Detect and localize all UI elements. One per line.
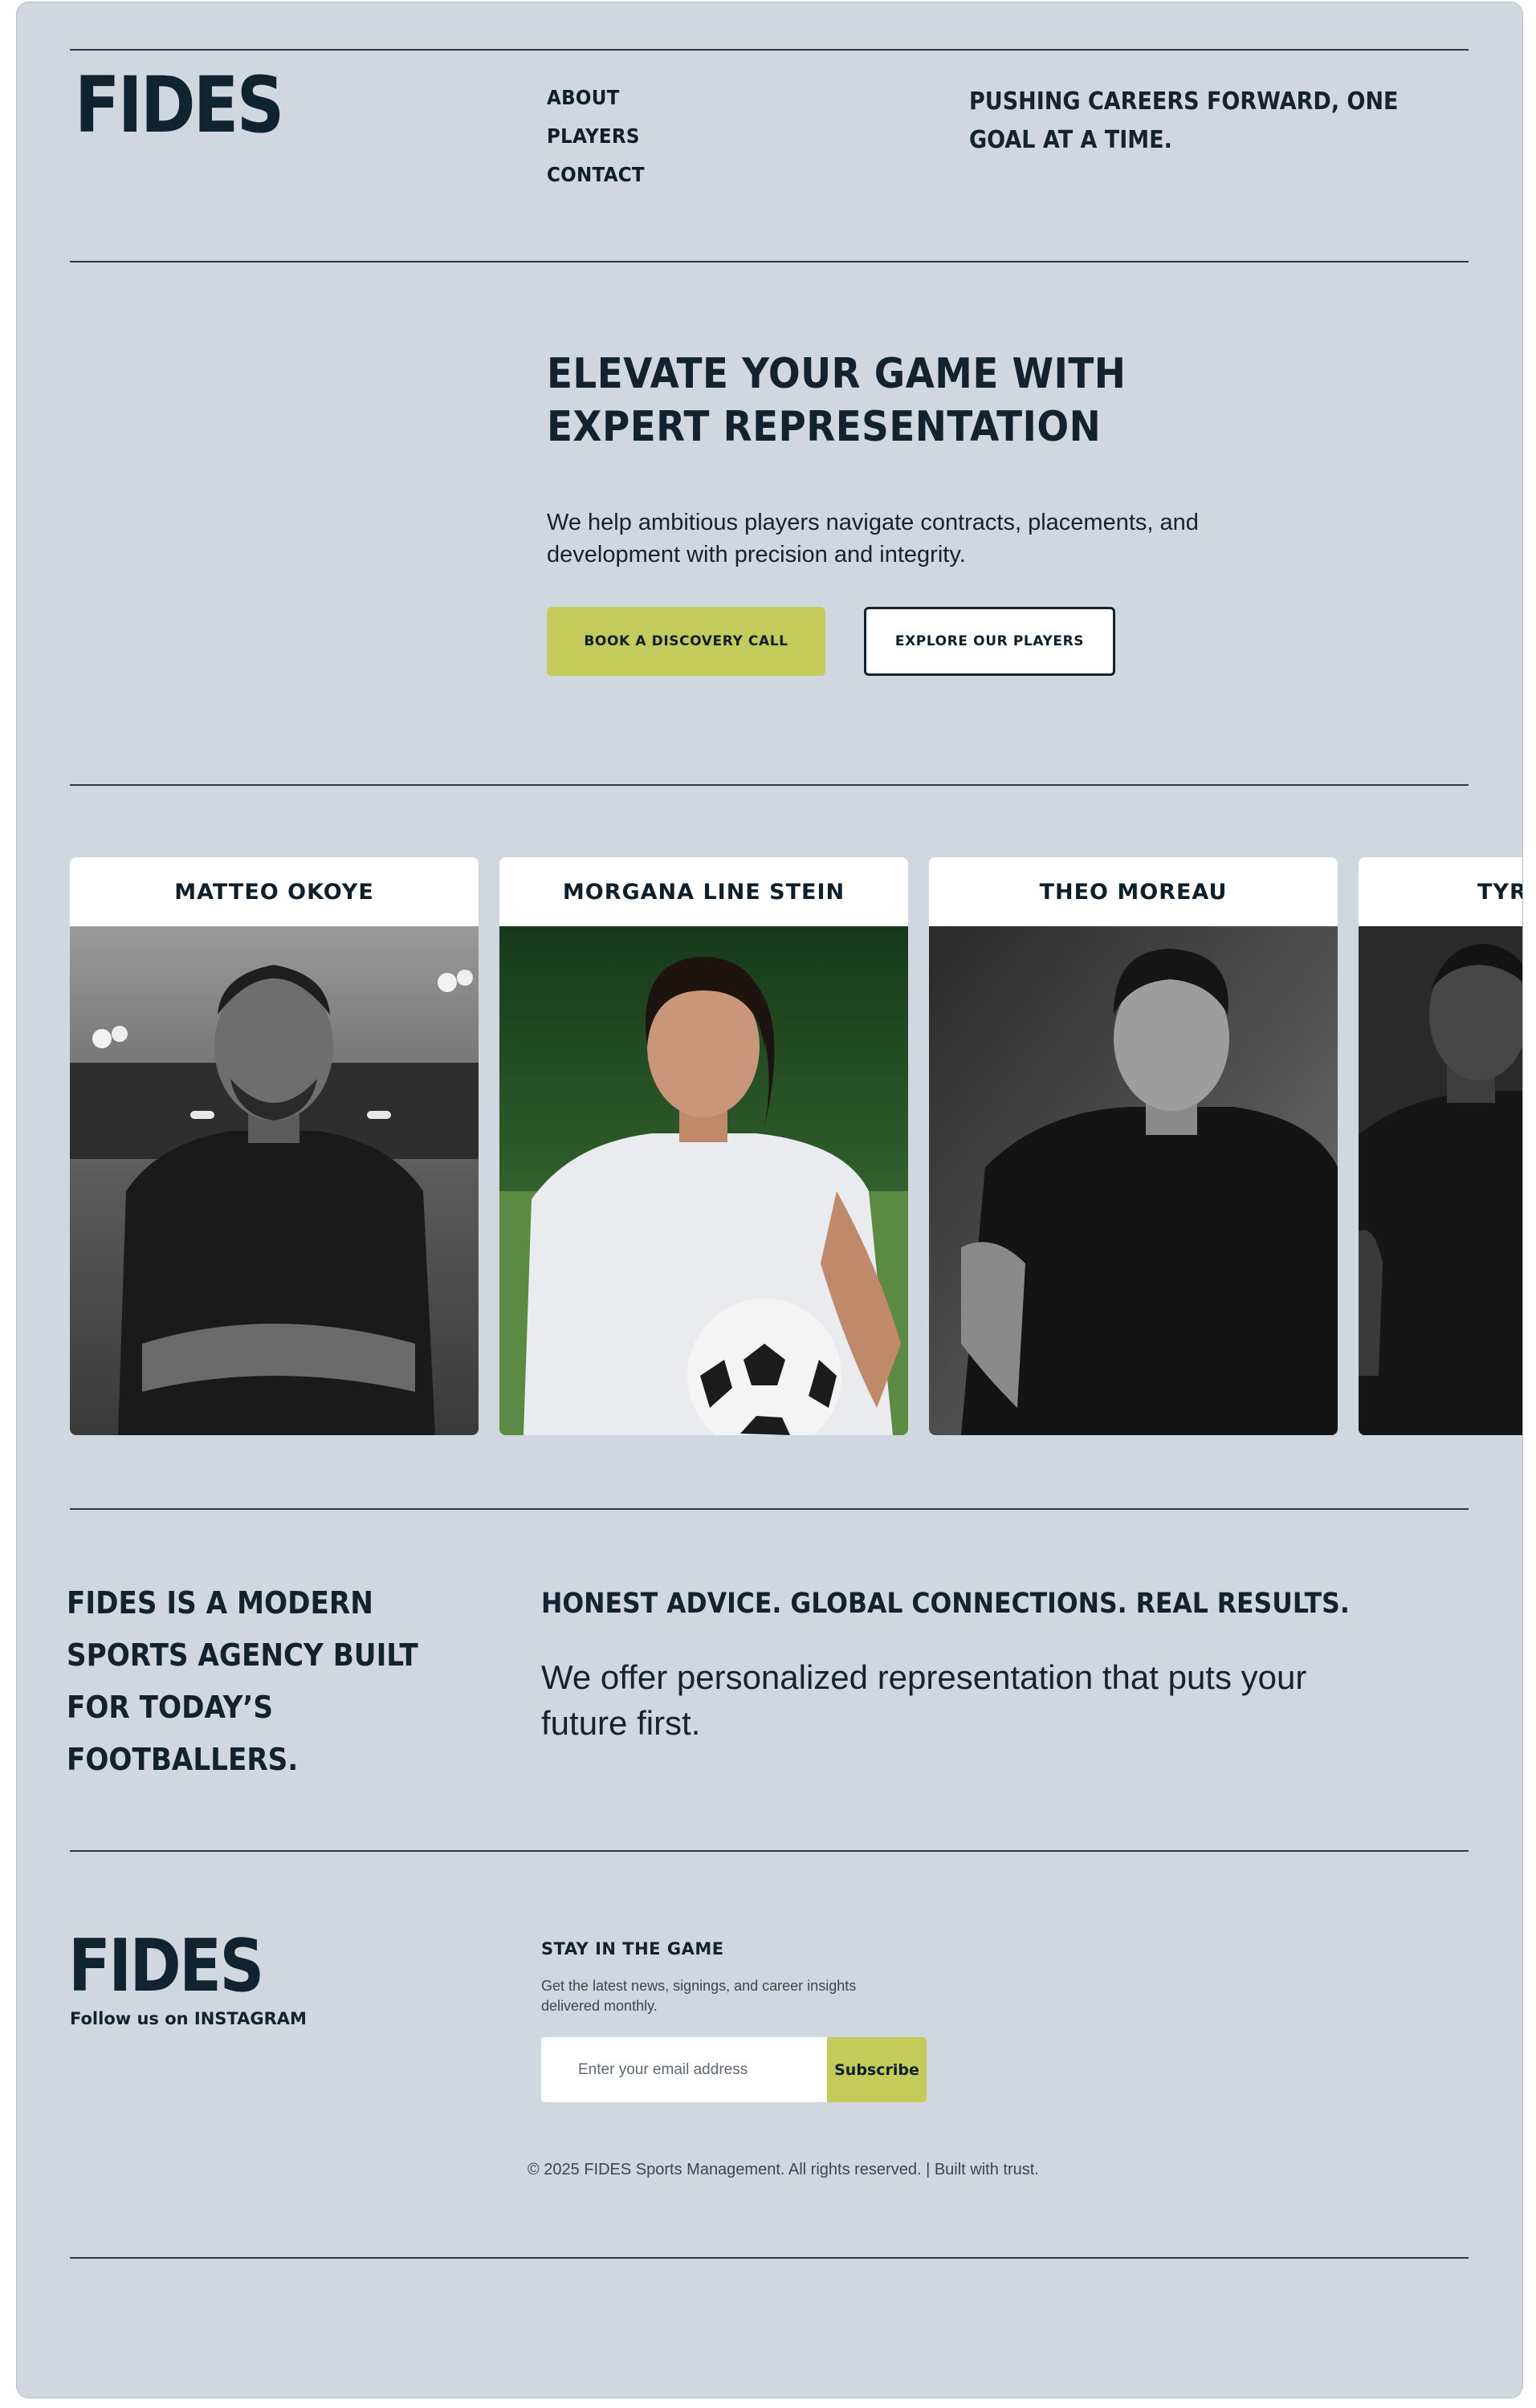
header-tagline: PUSHING CAREERS FORWARD, ONE GOAL AT A T… xyxy=(969,87,1399,154)
logo[interactable]: FIDES xyxy=(75,65,284,145)
player-card[interactable]: THEO MOREAU xyxy=(929,857,1338,1435)
about-divider xyxy=(70,1850,1469,1852)
player-name: MORGANA LINE STEIN xyxy=(562,879,845,905)
agency-statement: FIDES IS A MODERN SPORTS AGENCY BUILT FO… xyxy=(67,1585,418,1777)
footer-logo[interactable]: FIDES xyxy=(68,1929,264,2004)
player-photo xyxy=(499,926,908,1435)
player-card[interactable]: MORGANA LINE STEIN xyxy=(499,857,908,1435)
player-name: TYRE xyxy=(1477,879,1522,905)
copyright-text: © 2025 FIDES Sports Management. All righ… xyxy=(528,2161,1039,2178)
newsletter-title: STAY IN THE GAME xyxy=(541,1939,724,1959)
instagram-link-label: INSTAGRAM xyxy=(194,2009,307,2028)
follow-instagram-link[interactable]: Follow us on INSTAGRAM xyxy=(70,2009,307,2028)
subscribe-button[interactable]: Subscribe xyxy=(827,2037,927,2102)
nav-contact[interactable]: CONTACT xyxy=(547,163,645,186)
book-discovery-call-button[interactable]: BOOK A DISCOVERY CALL xyxy=(547,607,825,676)
hero-title: ELEVATE YOUR GAME WITH EXPERT REPRESENTA… xyxy=(547,348,1197,454)
page-frame: FIDES ABOUT PLAYERS CONTACT PUSHING CARE… xyxy=(16,2,1523,2398)
player-photo xyxy=(70,926,479,1435)
follow-prefix: Follow us on xyxy=(70,2009,189,2028)
explore-players-button[interactable]: EXPLORE OUR PLAYERS xyxy=(864,607,1115,676)
player-card[interactable]: TYRE xyxy=(1359,857,1522,1435)
email-input[interactable] xyxy=(541,2037,827,2102)
newsletter-form: Subscribe xyxy=(541,2037,927,2102)
top-divider xyxy=(70,49,1469,51)
newsletter-description: Get the latest news, signings, and caree… xyxy=(541,1978,857,2014)
about-headline: HONEST ADVICE. GLOBAL CONNECTIONS. REAL … xyxy=(541,1588,1350,1620)
nav-players[interactable]: PLAYERS xyxy=(547,124,640,148)
hero-divider xyxy=(70,784,1469,786)
player-card[interactable]: MATTEO OKOYE xyxy=(70,857,479,1435)
hero-title-line2: EXPERT REPRESENTATION xyxy=(547,403,1102,451)
player-name: THEO MOREAU xyxy=(1039,879,1228,905)
hero-title-line1: ELEVATE YOUR GAME WITH xyxy=(547,350,1127,398)
players-divider xyxy=(70,1508,1469,1510)
player-name: MATTEO OKOYE xyxy=(174,879,374,905)
player-photo xyxy=(1359,926,1522,1435)
about-body: We offer personalized representation tha… xyxy=(541,1658,1307,1742)
player-photo xyxy=(929,926,1338,1435)
header-divider xyxy=(70,261,1469,262)
nav-about[interactable]: ABOUT xyxy=(547,86,620,109)
footer-divider xyxy=(70,2257,1469,2259)
hero-subtitle: We help ambitious players navigate contr… xyxy=(547,510,1199,567)
